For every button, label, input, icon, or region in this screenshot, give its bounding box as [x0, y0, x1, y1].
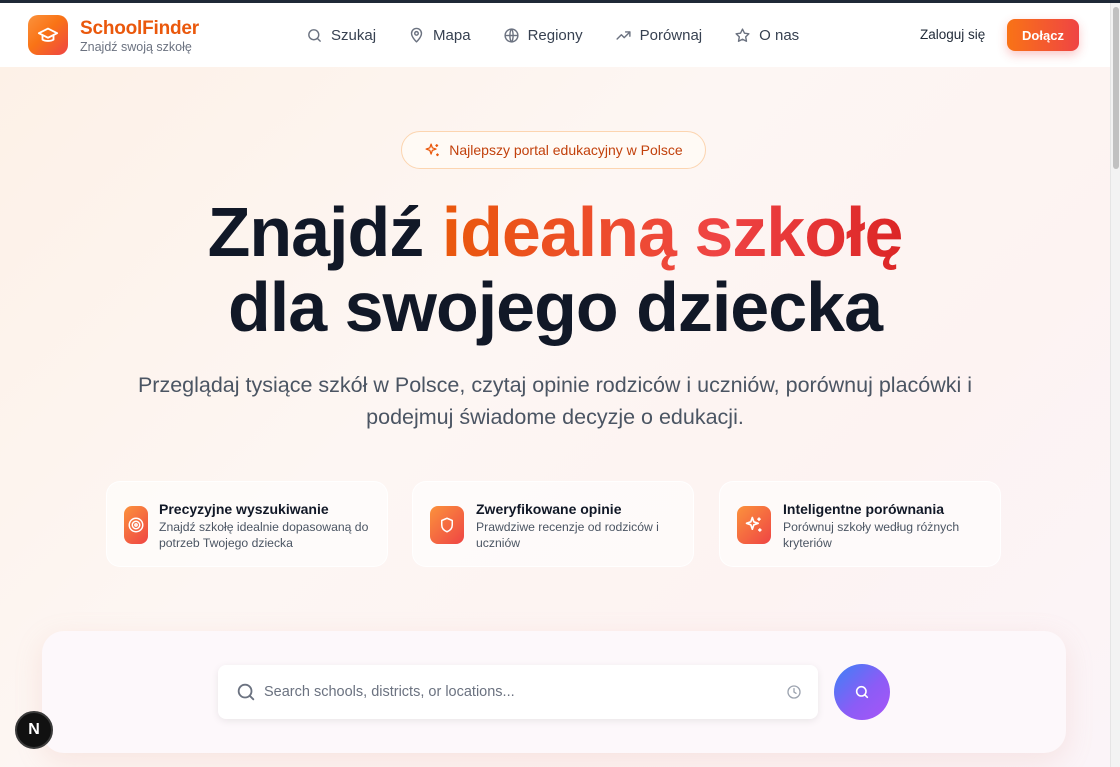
hero-title-part1: Znajdź: [207, 193, 442, 271]
feature-icon-box: [124, 506, 148, 544]
nav-item-regions[interactable]: Regiony: [503, 23, 583, 47]
search-icon: [237, 683, 255, 701]
nav-item-label: Szukaj: [331, 26, 377, 44]
brand-tagline: Znajdź swoją szkołę: [80, 40, 192, 54]
search-box[interactable]: [218, 665, 818, 719]
sparkles-icon: [425, 142, 440, 156]
search-panel: [42, 631, 1066, 753]
nav-item-label: O nas: [759, 26, 800, 44]
history-icon[interactable]: [786, 684, 802, 700]
globe-icon: [503, 27, 519, 43]
logo[interactable]: [28, 15, 68, 55]
hero-badge: Najlepszy portal edukacyjny w Polsce: [401, 131, 706, 169]
feature-description: Porównuj szkoły według różnych kryteriów: [783, 520, 960, 550]
main-nav: Szukaj Mapa Regiony Porównaj O nas: [306, 23, 831, 47]
hero-title-accent: idealną szkołę: [441, 193, 904, 271]
hero-badge-label: Najlepszy portal edukacyjny w Polsce: [449, 142, 683, 158]
nav-item-label: Regiony: [527, 26, 583, 44]
feature-title: Zweryfikowane opinie: [476, 501, 622, 517]
hero-title-line2: dla swojego dziecka: [228, 268, 883, 346]
search-submit-button[interactable]: [834, 664, 890, 720]
star-icon: [735, 27, 750, 42]
feature-card-reviews: Zweryfikowane opinie Prawdziwe recenzje …: [412, 481, 694, 567]
feature-title: Inteligentne porównania: [783, 501, 945, 517]
search-icon: [855, 685, 869, 699]
nav-item-search[interactable]: Szukaj: [306, 23, 376, 47]
search-icon: [308, 28, 321, 42]
feature-description: Prawdziwe recenzje od rodziców i uczniów: [476, 520, 659, 550]
feature-card-search: Precyzyjne wyszukiwanie Znajdź szkołę id…: [106, 481, 388, 567]
feature-title: Precyzyjne wyszukiwanie: [159, 501, 329, 517]
map-pin-icon: [410, 27, 423, 43]
target-icon: [128, 517, 144, 533]
nav-item-map[interactable]: Mapa: [408, 23, 471, 47]
join-button[interactable]: Dołącz: [1007, 19, 1079, 51]
hero-title-line1: Znajdź idealną szkołę: [0, 192, 1110, 272]
feature-icon-box: [737, 506, 771, 544]
hero-section: Najlepszy portal edukacyjny w Polsce Zna…: [0, 67, 1110, 767]
site-header: SchoolFinder Znajdź swoją szkołę Szukaj …: [0, 3, 1110, 67]
search-input[interactable]: [264, 677, 764, 707]
hero-subtitle-line1: Przeglądaj tysiące szkół w Polsce, czyta…: [137, 373, 973, 397]
login-link[interactable]: Zaloguj się: [920, 27, 985, 42]
trending-up-icon: [616, 30, 631, 40]
hero-subtitle-line2: podejmuj świadome decyzje o edukacji.: [366, 405, 744, 429]
scrollbar-thumb[interactable]: [1113, 7, 1119, 169]
brand-name[interactable]: SchoolFinder: [80, 18, 199, 40]
graduation-cap-icon: [37, 27, 59, 42]
feature-icon-box: [430, 506, 464, 544]
page-scrollbar[interactable]: [1110, 3, 1120, 767]
shield-icon: [441, 517, 453, 533]
nav-item-compare[interactable]: Porównaj: [615, 23, 703, 47]
sparkles-icon: [745, 516, 762, 532]
nav-item-label: Porównaj: [639, 26, 703, 44]
nav-item-label: Mapa: [433, 26, 471, 44]
feature-description: Znajdź szkołę idealnie dopasowaną do pot…: [159, 520, 369, 550]
dev-tools-badge[interactable]: N: [15, 711, 53, 749]
feature-card-compare: Inteligentne porównania Porównuj szkoły …: [719, 481, 1001, 567]
nav-item-about[interactable]: O nas: [734, 23, 799, 47]
